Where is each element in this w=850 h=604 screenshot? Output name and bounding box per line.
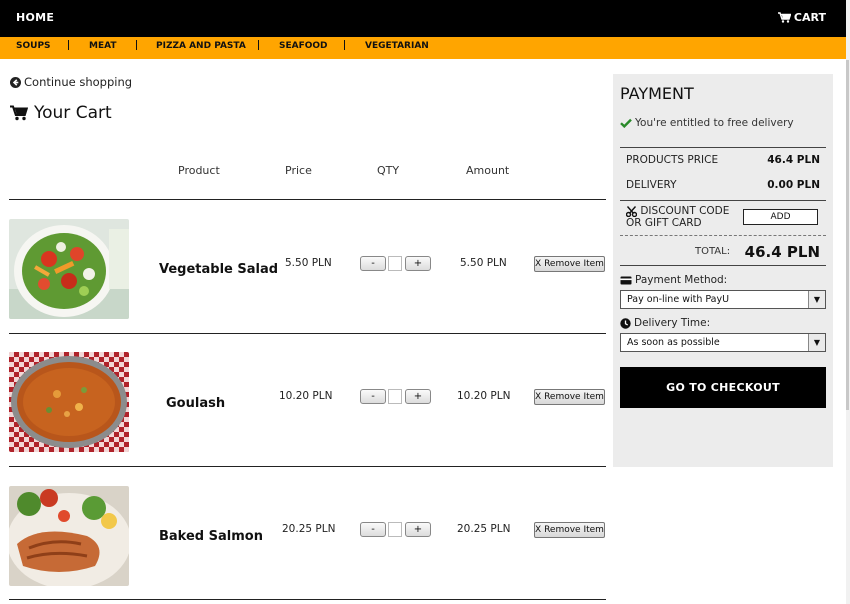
cart-heading: Your Cart [10,103,112,123]
category-bar: SOUPS MEAT PIZZA AND PASTA SEAFOOD VEGET… [0,37,846,59]
continue-shopping-link[interactable]: Continue shopping [10,75,132,89]
row-divider [9,466,606,467]
add-discount-button[interactable]: ADD [743,209,818,225]
total-value: 46.4 PLN [744,243,820,261]
category-divider [258,40,259,50]
header-amount: Amount [466,164,510,177]
category-divider [68,40,69,50]
category-pizza-and-pasta[interactable]: PIZZA AND PASTA [156,41,246,51]
credit-card-icon [620,276,632,285]
products-price-label: PRODUCTS PRICE [626,154,719,166]
remove-item-button[interactable]: X Remove Item [534,256,605,272]
product-price: 5.50 PLN [285,257,332,269]
quantity-input[interactable] [388,522,402,537]
delivery-time-select[interactable]: As soon as possible ▼ [620,333,826,352]
divider [620,147,826,148]
increase-quantity-button[interactable]: + [405,522,431,537]
payment-title: PAYMENT [620,84,694,103]
header-price: Price [285,164,312,177]
goulash-image [9,352,129,452]
divider [620,265,826,266]
row-divider [9,199,606,200]
chevron-down-icon[interactable]: ▼ [808,291,825,308]
divider [620,200,826,201]
payment-method-value: Pay on-line with PayU [627,294,730,305]
remove-item-button[interactable]: X Remove Item [534,389,605,405]
scissors-icon [626,205,637,217]
scrollbar-thumb[interactable] [846,60,849,410]
payment-method-select[interactable]: Pay on-line with PayU ▼ [620,290,826,309]
divider [620,235,826,236]
free-delivery-text: You're entitled to free delivery [635,117,794,129]
checkout-button[interactable]: GO TO CHECKOUT [620,367,826,408]
category-divider [136,40,137,50]
delivery-time-label: Delivery Time: [620,317,710,329]
payment-method-text: Payment Method: [635,274,728,286]
checkmark-icon [620,118,632,128]
quantity-stepper: - + [360,522,432,537]
product-name: Vegetable Salad [159,262,279,277]
increase-quantity-button[interactable]: + [405,389,431,404]
category-vegetarian[interactable]: VEGETARIAN [365,41,429,51]
decrease-quantity-button[interactable]: - [360,256,386,271]
delivery-time-value: As soon as possible [627,337,720,348]
product-name: Baked Salmon [159,529,263,544]
discount-line-2: OR GIFT CARD [626,217,702,229]
chevron-down-icon[interactable]: ▼ [808,334,825,351]
arrow-left-circle-icon [10,76,21,88]
product-amount: 5.50 PLN [460,257,507,269]
free-delivery-notice: You're entitled to free delivery [620,117,794,129]
cart-title: Your Cart [34,103,112,123]
quantity-stepper: - + [360,389,432,404]
product-price: 10.20 PLN [279,390,333,402]
quantity-stepper: - + [360,256,432,271]
discount-code-label: DISCOUNT CODE OR GIFT CARD [626,205,729,229]
header-product: Product [178,164,220,177]
product-amount: 20.25 PLN [457,523,511,535]
products-price-value: 46.4 PLN [767,154,820,166]
category-soups[interactable]: SOUPS [16,41,51,51]
discount-line-1: DISCOUNT CODE [640,205,730,217]
clock-icon [620,317,631,329]
product-name: Goulash [166,396,226,411]
cart-icon [777,12,791,23]
category-meat[interactable]: MEAT [89,41,117,51]
quantity-input[interactable] [388,256,402,271]
product-price: 20.25 PLN [282,523,336,535]
decrease-quantity-button[interactable]: - [360,522,386,537]
quantity-input[interactable] [388,389,402,404]
home-link[interactable]: HOME [16,11,54,24]
continue-shopping-label: Continue shopping [24,75,133,89]
total-label: TOTAL: [695,246,731,257]
header-qty: QTY [377,164,400,177]
vegetable-salad-image [9,219,129,319]
top-navbar: HOME CART [0,0,846,37]
delivery-time-text: Delivery Time: [634,317,711,329]
cart-link[interactable]: CART [777,11,826,24]
cart-icon [10,105,28,121]
category-seafood[interactable]: SEAFOOD [279,41,328,51]
product-amount: 10.20 PLN [457,390,511,402]
payment-panel: PAYMENT You're entitled to free delivery… [613,74,833,467]
baked-salmon-image [9,486,129,586]
row-divider [9,599,606,600]
delivery-value: 0.00 PLN [767,179,820,191]
decrease-quantity-button[interactable]: - [360,389,386,404]
delivery-label: DELIVERY [626,179,677,191]
category-divider [344,40,345,50]
increase-quantity-button[interactable]: + [405,256,431,271]
cart-label: CART [793,11,826,24]
payment-method-label: Payment Method: [620,274,727,286]
remove-item-button[interactable]: X Remove Item [534,522,605,538]
row-divider [9,333,606,334]
